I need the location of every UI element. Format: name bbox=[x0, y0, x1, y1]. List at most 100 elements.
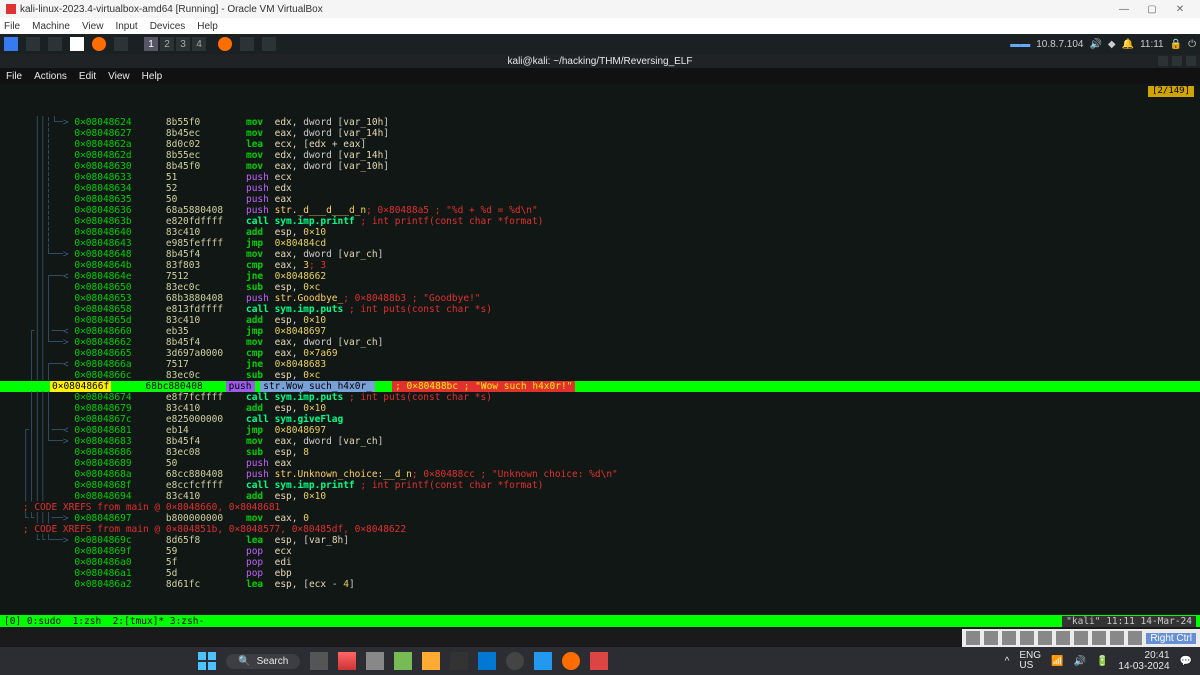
asm-line[interactable]: ││╎ 0×08048633 51 push ecx bbox=[0, 172, 1200, 183]
asm-line[interactable]: ││ 0×0804864b 83f803 cmp eax, 3 ; 3 bbox=[0, 260, 1200, 271]
system-clock[interactable]: 20:41 14-03-2024 bbox=[1118, 650, 1169, 672]
display-icon[interactable] bbox=[1074, 631, 1088, 645]
asm-line[interactable]: ││╎└─> 0×08048624 8b55f0 mov edx, dword … bbox=[0, 117, 1200, 128]
asm-line[interactable]: ││╎ 0×08048630 8b45f0 mov eax, dword [va… bbox=[0, 161, 1200, 172]
obs-icon[interactable] bbox=[506, 652, 524, 670]
file-manager-icon[interactable] bbox=[26, 37, 40, 51]
asm-line[interactable]: │││ 0×08048658 e813fdffff call sym.imp.p… bbox=[0, 304, 1200, 315]
term-menu-help[interactable]: Help bbox=[142, 71, 163, 82]
notification-icon[interactable]: ◆ bbox=[1108, 39, 1116, 50]
app-icon-5[interactable] bbox=[534, 652, 552, 670]
asm-line[interactable]: ││╎ 0×08048635 50 push eax bbox=[0, 194, 1200, 205]
asm-line[interactable]: ││╎ 0×08048636 68a5880408 push str._d___… bbox=[0, 205, 1200, 216]
asm-line[interactable]: │││ 0×08048650 83ec0c sub esp, 0×c bbox=[0, 282, 1200, 293]
app-icon-2[interactable] bbox=[366, 652, 384, 670]
term-maximize-button[interactable] bbox=[1172, 56, 1182, 66]
file-explorer-icon[interactable] bbox=[422, 652, 440, 670]
asm-line[interactable]: ││││ 0×08048694 83c410 add esp, 0×10 bbox=[0, 491, 1200, 502]
asm-line[interactable]: │││┌──< 0×0804866a 7517 jne 0×8048683 bbox=[0, 359, 1200, 370]
battery-icon[interactable]: 🔋 bbox=[1096, 656, 1108, 667]
terminal-content[interactable]: [2/149] ││╎└─> 0×08048624 8b55f0 mov edx… bbox=[0, 84, 1200, 627]
maximize-button[interactable]: ▢ bbox=[1138, 4, 1166, 15]
asm-line[interactable]: 0×0804869f 59 pop ecx bbox=[0, 546, 1200, 557]
bell-icon[interactable]: 🔔 bbox=[1122, 39, 1134, 50]
wifi-icon[interactable]: 📶 bbox=[1051, 656, 1063, 667]
usb-icon[interactable] bbox=[1038, 631, 1052, 645]
vbox-menu-view[interactable]: View bbox=[82, 21, 104, 32]
asm-line[interactable]: ││││ 0×08048686 83ec08 sub esp, 8 bbox=[0, 447, 1200, 458]
minimize-button[interactable]: — bbox=[1110, 4, 1138, 15]
optical-icon[interactable] bbox=[984, 631, 998, 645]
highlighted-line[interactable]: 0×0804866f 68bc880408 push str.Wow_such_… bbox=[0, 381, 1200, 392]
asm-line[interactable]: ││┌──< 0×0804864e 7512 jne 0×8048662 bbox=[0, 271, 1200, 282]
start-button[interactable] bbox=[198, 652, 216, 670]
asm-line[interactable]: ││╎ 0×0804862a 8d0c02 lea ecx, [edx + ea… bbox=[0, 139, 1200, 150]
workspace-1[interactable]: 1 bbox=[144, 37, 158, 51]
asm-line[interactable]: ││││ 0×0804868f e8ccfcffff call sym.imp.… bbox=[0, 480, 1200, 491]
term-minimize-button[interactable] bbox=[1158, 56, 1168, 66]
language-indicator[interactable]: ENG US bbox=[1019, 651, 1041, 671]
asm-line[interactable]: ││└──> 0×08048648 8b45f4 mov eax, dword … bbox=[0, 249, 1200, 260]
asm-line[interactable]: ││││ 0×08048674 e8f7fcffff call sym.imp.… bbox=[0, 392, 1200, 403]
mouse-icon[interactable] bbox=[1128, 631, 1142, 645]
editor-icon[interactable] bbox=[70, 37, 84, 51]
term-menu-view[interactable]: View bbox=[108, 71, 130, 82]
vscode-icon[interactable] bbox=[478, 652, 496, 670]
notification-center-icon[interactable]: 💬 bbox=[1180, 656, 1192, 667]
power-icon[interactable]: ⏻ bbox=[1188, 39, 1196, 50]
asm-line[interactable]: ││╎ 0×08048640 83c410 add esp, 0×10 bbox=[0, 227, 1200, 238]
term-close-button[interactable] bbox=[1186, 56, 1196, 66]
asm-line[interactable]: └└│││──> 0×08048697 b800000000 mov eax, … bbox=[0, 513, 1200, 524]
vbox-menu-help[interactable]: Help bbox=[197, 21, 218, 32]
asm-line[interactable]: │││ 0×08048665 3d697a0000 cmp eax, 0×7a6… bbox=[0, 348, 1200, 359]
app-icon-4[interactable] bbox=[450, 652, 468, 670]
shared-folder-icon[interactable] bbox=[1056, 631, 1070, 645]
app-taskbar-icon[interactable] bbox=[262, 37, 276, 51]
firefox-taskbar-icon[interactable] bbox=[218, 37, 232, 51]
virtualbox-taskbar-icon[interactable] bbox=[590, 652, 608, 670]
asm-line[interactable]: ││││ 0×0804866c 83ec0c sub esp, 0×c bbox=[0, 370, 1200, 381]
vbox-menu-devices[interactable]: Devices bbox=[150, 21, 186, 32]
workspace-4[interactable]: 4 bbox=[192, 37, 206, 51]
asm-line[interactable]: ││││ 0×08048689 50 push eax bbox=[0, 458, 1200, 469]
asm-line[interactable]: ││╎ 0×08048643 e985feffff jmp 0×80484cd bbox=[0, 238, 1200, 249]
cpu-icon[interactable] bbox=[1110, 631, 1124, 645]
workspace-2[interactable]: 2 bbox=[160, 37, 174, 51]
clock[interactable]: 11:11 bbox=[1140, 39, 1164, 50]
term-menu-actions[interactable]: Actions bbox=[34, 71, 67, 82]
asm-line[interactable]: │││ 0×08048653 68b3880408 push str.Goodb… bbox=[0, 293, 1200, 304]
asm-line[interactable]: 0×080486a0 5f pop edi bbox=[0, 557, 1200, 568]
terminal-taskbar-icon[interactable] bbox=[240, 37, 254, 51]
asm-line[interactable]: ││││ 0×0804868a 68cc880408 push str.Unkn… bbox=[0, 469, 1200, 480]
vbox-menu-input[interactable]: Input bbox=[115, 21, 137, 32]
asm-line[interactable]: ││││└──> 0×08048683 8b45f4 mov eax, dwor… bbox=[0, 436, 1200, 447]
vbox-menu-machine[interactable]: Machine bbox=[32, 21, 70, 32]
hdd-icon[interactable] bbox=[966, 631, 980, 645]
volume-icon[interactable]: 🔊 bbox=[1073, 656, 1085, 667]
term-menu-file[interactable]: File bbox=[6, 71, 22, 82]
asm-line[interactable]: ┌│││──< 0×08048660 eb35 jmp 0×8048697 bbox=[0, 326, 1200, 337]
asm-line[interactable]: ││╎ 0×08048627 8b45ec mov eax, dword [va… bbox=[0, 128, 1200, 139]
firefox-taskbar-icon[interactable] bbox=[562, 652, 580, 670]
chevron-up-icon[interactable]: ^ bbox=[1005, 656, 1010, 667]
volume-icon[interactable]: 🔊 bbox=[1089, 39, 1101, 50]
asm-line[interactable]: 0×080486a1 5d pop ebp bbox=[0, 568, 1200, 579]
task-view-icon[interactable] bbox=[310, 652, 328, 670]
asm-line[interactable]: ┌││││──< 0×08048681 eb14 jmp 0×8048697 bbox=[0, 425, 1200, 436]
term-menu-edit[interactable]: Edit bbox=[79, 71, 96, 82]
tmux-statusbar[interactable]: [0] 0:sudo 1:zsh 2:[tmux]* 3:zsh- "kali"… bbox=[0, 615, 1200, 627]
asm-line[interactable]: 0×080486a2 8d61fc lea esp, [ecx - 4] bbox=[0, 579, 1200, 590]
network-icon[interactable] bbox=[1020, 631, 1034, 645]
disassembly-view[interactable]: ││╎└─> 0×08048624 8b55f0 mov edx, dword … bbox=[0, 117, 1200, 590]
asm-line[interactable]: ││││ 0×08048679 83c410 add esp, 0×10 bbox=[0, 403, 1200, 414]
taskbar-search[interactable]: 🔍 Search bbox=[226, 654, 300, 669]
app-icon-1[interactable] bbox=[338, 652, 356, 670]
lock-icon[interactable]: 🔒 bbox=[1170, 39, 1182, 50]
asm-line[interactable]: ││╎ 0×0804862d 8b55ec mov edx, dword [va… bbox=[0, 150, 1200, 161]
tmux-left[interactable]: [0] 0:sudo 1:zsh 2:[tmux]* 3:zsh- bbox=[4, 616, 204, 627]
terminal-icon[interactable] bbox=[48, 37, 62, 51]
kali-menu-icon[interactable] bbox=[4, 37, 18, 51]
firefox-icon[interactable] bbox=[92, 37, 106, 51]
asm-line[interactable]: └└└──> 0×0804869c 8d65f8 lea esp, [var_8… bbox=[0, 535, 1200, 546]
asm-line[interactable]: ││╎ 0×0804863b e820fdffff call sym.imp.p… bbox=[0, 216, 1200, 227]
